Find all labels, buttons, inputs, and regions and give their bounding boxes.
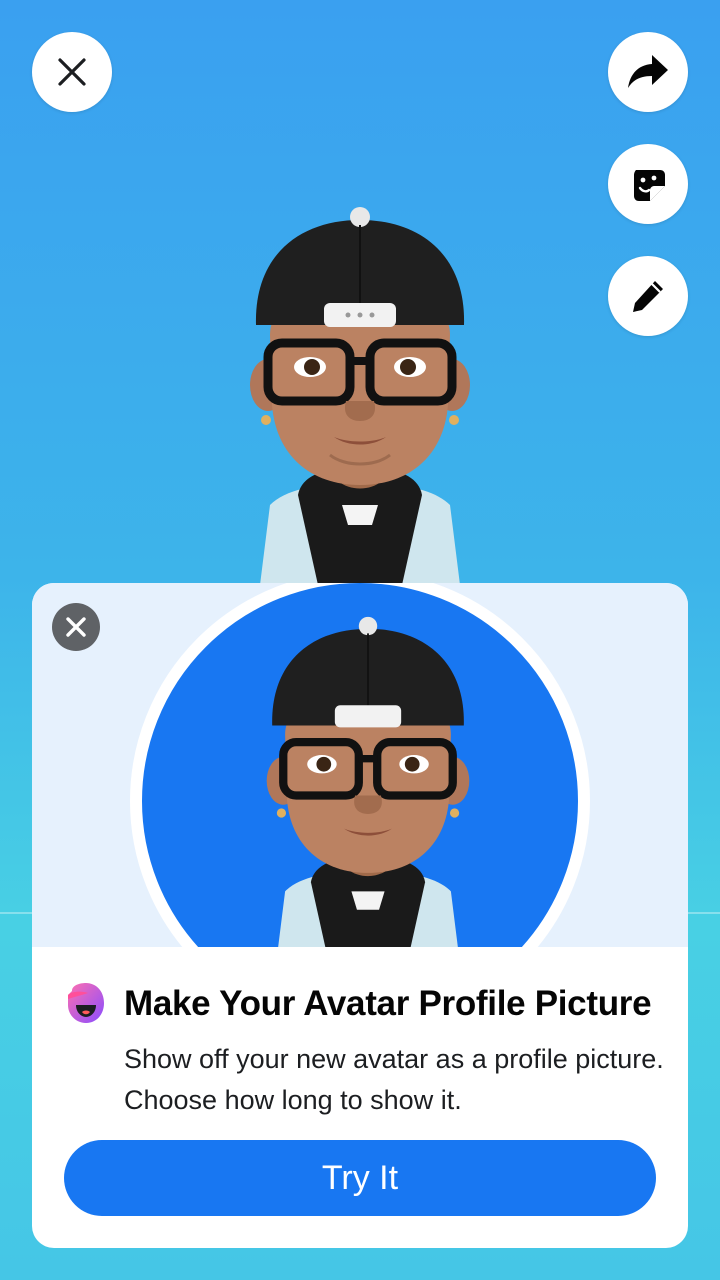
avatar-sticker-button[interactable] <box>608 144 688 224</box>
close-button[interactable] <box>32 32 112 112</box>
pencil-icon <box>633 281 663 312</box>
promo-card-preview <box>32 583 688 947</box>
promo-title: Make Your Avatar Profile Picture <box>124 984 652 1023</box>
try-it-button[interactable]: Try It <box>64 1140 656 1216</box>
avatar-preview-illustration <box>266 616 470 947</box>
avatar-sticker-icon <box>634 170 665 201</box>
avatar-illustration <box>250 207 470 585</box>
share-button[interactable] <box>608 32 688 112</box>
edit-avatar-button[interactable] <box>608 256 688 336</box>
promo-card-body: Make Your Avatar Profile Picture Show of… <box>32 947 688 1248</box>
close-icon <box>66 617 86 637</box>
promo-card: Make Your Avatar Profile Picture Show of… <box>32 583 688 1248</box>
avatar-app-icon <box>68 983 104 1023</box>
dismiss-card-button[interactable] <box>52 603 100 651</box>
profile-picture-preview <box>130 583 590 947</box>
close-icon <box>58 58 86 86</box>
share-arrow-icon <box>628 55 668 88</box>
promo-description: Show off your new avatar as a profile pi… <box>124 1044 664 1115</box>
